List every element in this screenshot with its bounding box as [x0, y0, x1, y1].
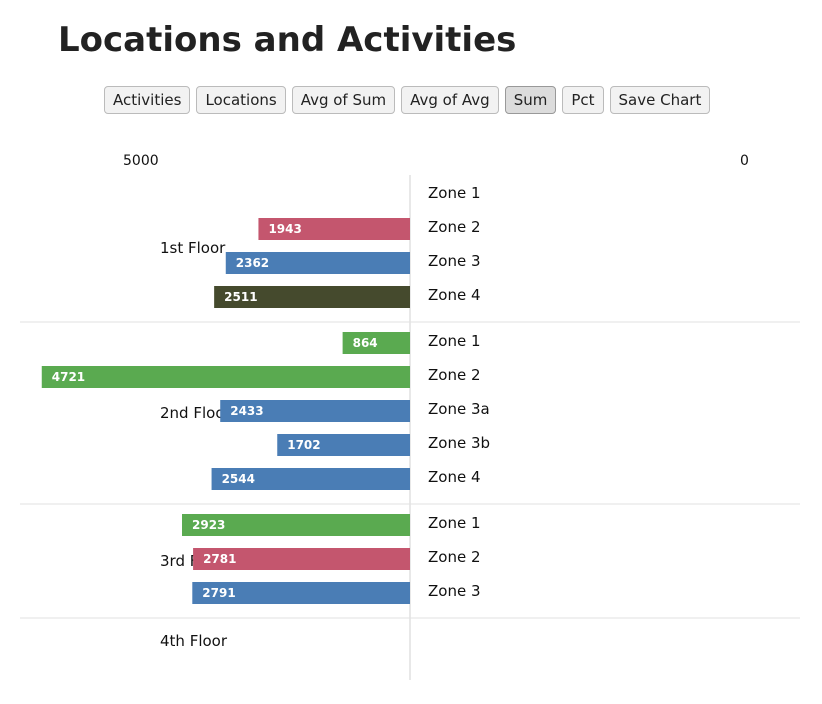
pct-button[interactable]: Pct	[562, 86, 604, 114]
avg-of-sum-button[interactable]: Avg of Sum	[291, 86, 396, 114]
zone-label: Zone 3a	[428, 400, 490, 418]
save-chart-button[interactable]: Save Chart	[609, 86, 711, 114]
zone-label: Zone 4	[428, 286, 481, 304]
locations-button[interactable]: Locations	[196, 86, 286, 114]
zone-label: Zone 2	[428, 366, 481, 384]
zone-label: Zone 2	[428, 218, 481, 236]
bar-value-label: 2781	[203, 552, 236, 566]
floor-label: 4th Floor	[160, 632, 228, 650]
bar-value-label: 2791	[202, 586, 235, 600]
bar-value-label: 1943	[268, 222, 301, 236]
zone-label: Zone 1	[428, 332, 481, 350]
floor-label: 1st Floor	[160, 239, 226, 257]
sum-button[interactable]: Sum	[504, 86, 557, 114]
zone-label: Zone 3	[428, 252, 481, 270]
zone-label: Zone 4	[428, 468, 481, 486]
page-title: Locations and Activities	[58, 20, 517, 60]
bar-value-label: 2362	[236, 256, 269, 270]
bar[interactable]	[41, 366, 411, 388]
zone-label: Zone 1	[428, 184, 481, 202]
bar-value-label: 2923	[192, 518, 225, 532]
bar-value-label: 1702	[287, 438, 320, 452]
bar-value-label: 864	[353, 336, 378, 350]
avg-of-avg-button[interactable]: Avg of Avg	[401, 86, 499, 114]
bar-value-label: 2544	[222, 472, 255, 486]
bar-value-label: 2511	[224, 290, 257, 304]
zone-label: Zone 3	[428, 582, 481, 600]
axis-tick-right: 0	[740, 153, 749, 169]
chart-toolbar: Activities Locations Avg of Sum Avg of A…	[104, 86, 711, 114]
bar-value-label: 4721	[52, 370, 85, 384]
axis-tick-left: 5000	[123, 153, 159, 169]
zone-label: Zone 3b	[428, 434, 490, 452]
bar-value-label: 2433	[230, 404, 263, 418]
zone-label: Zone 2	[428, 548, 481, 566]
chart-canvas: 5000 0 1st Floor Zone 1 Zone 2 1943 Zone 3 2362…	[20, 153, 800, 680]
activities-button[interactable]: Activities	[104, 86, 191, 114]
zone-label: Zone 1	[428, 514, 481, 532]
